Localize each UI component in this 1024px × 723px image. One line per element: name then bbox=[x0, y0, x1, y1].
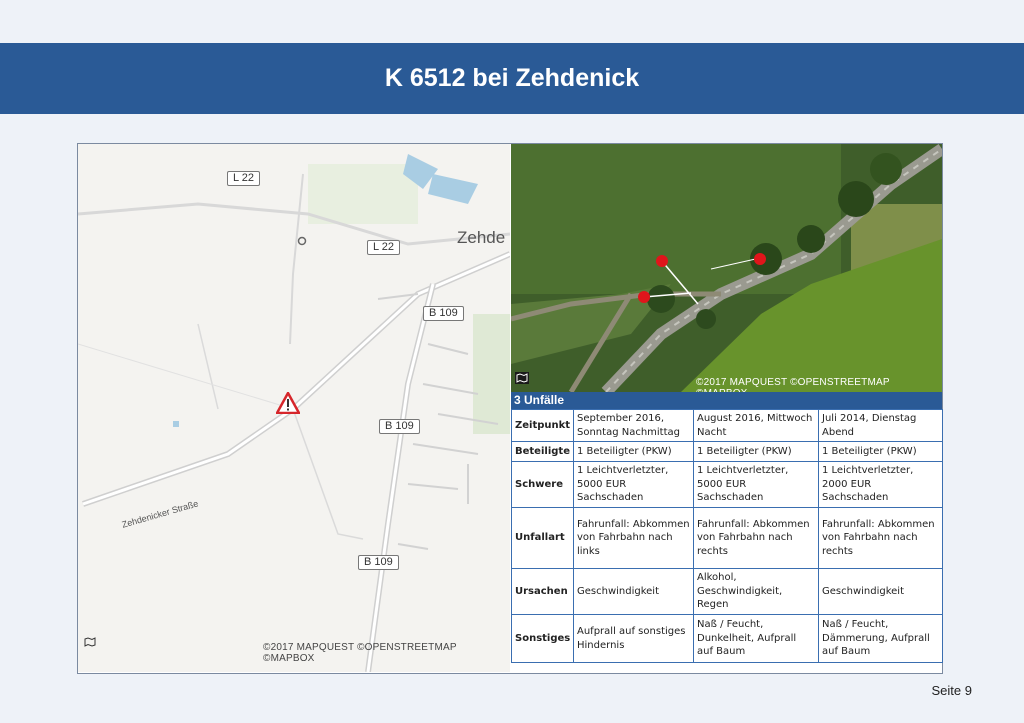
road-label-b109: B 109 bbox=[379, 419, 420, 434]
table-row: Ursachen Geschwindigkeit Alkohol, Geschwin… bbox=[511, 568, 943, 615]
table-cell: September 2016, Sonntag Nachmittag bbox=[573, 409, 694, 442]
accident-table: Zeitpunkt September 2016, Sonntag Nachmit… bbox=[511, 409, 943, 663]
page-number: Seite 9 bbox=[931, 683, 972, 698]
satellite-map[interactable]: ©2017 MAPQUEST ©OPENSTREETMAP ©MAPBOX bbox=[511, 144, 942, 392]
row-label: Unfallart bbox=[511, 507, 574, 569]
map-layers-icon[interactable] bbox=[84, 637, 96, 647]
table-cell: Alkohol, Geschwindigkeit, Regen bbox=[693, 568, 819, 615]
map-layers-icon[interactable] bbox=[515, 372, 529, 384]
accident-table-heading: 3 Unfälle bbox=[511, 392, 942, 409]
page-title: K 6512 bei Zehdenick bbox=[384, 64, 640, 92]
table-cell: 1 Beteiligter (PKW) bbox=[693, 441, 819, 462]
table-cell: Juli 2014, Dienstag Abend bbox=[818, 409, 943, 442]
table-cell: 1 Leichtverletzter, 2000 EUR Sachschaden bbox=[818, 461, 943, 508]
map-copyright: ©2017 MAPQUEST ©OPENSTREETMAP ©MAPBOX bbox=[263, 642, 457, 664]
table-cell: Fahrunfall: Abkommen von Fahrbahn nach r… bbox=[693, 507, 819, 569]
satellite-copyright: ©2017 MAPQUEST ©OPENSTREETMAP ©MAPBOX bbox=[696, 377, 890, 392]
table-cell: 1 Leichtverletzter, 5000 EUR Sachschaden bbox=[573, 461, 694, 508]
table-cell: Geschwindigkeit bbox=[573, 568, 694, 615]
title-bar: K 6512 bei Zehdenick bbox=[0, 43, 1024, 114]
row-label: Sonstiges bbox=[511, 614, 574, 663]
table-cell: Naß / Feucht, Dämmerung, Aufprall auf Ba… bbox=[818, 614, 943, 663]
table-row: Unfallart Fahrunfall: Abkommen von Fahrba… bbox=[511, 507, 943, 569]
table-cell: 1 Beteiligter (PKW) bbox=[818, 441, 943, 462]
street-map[interactable]: L 22 L 22 B 109 B 109 B 109 Zehde Zehden… bbox=[78, 144, 510, 672]
accident-marker[interactable] bbox=[754, 253, 766, 265]
road-label-l22: L 22 bbox=[367, 240, 401, 255]
table-row: Beteiligte 1 Beteiligter (PKW) 1 Beteiligt… bbox=[511, 441, 943, 462]
road-label-b109: B 109 bbox=[423, 306, 464, 321]
road-label-b109: B 109 bbox=[358, 555, 399, 570]
town-label: Zehde bbox=[457, 228, 506, 247]
table-cell: Naß / Feucht, Dunkelheit, Aufprall auf B… bbox=[693, 614, 819, 663]
row-label: Beteiligte bbox=[511, 441, 574, 462]
satellite-imagery bbox=[511, 144, 942, 392]
table-cell: Fahrunfall: Abkommen von Fahrbahn nach r… bbox=[818, 507, 943, 569]
road-label-l22: L 22 bbox=[227, 171, 261, 186]
table-row: Zeitpunkt September 2016, Sonntag Nachmit… bbox=[511, 409, 943, 442]
table-cell: Aufprall auf sonstiges Hindernis bbox=[573, 614, 694, 663]
table-cell: Geschwindigkeit bbox=[818, 568, 943, 615]
row-label: Schwere bbox=[511, 461, 574, 508]
accident-table-panel: 3 Unfälle Zeitpunkt September 2016, Sonnt… bbox=[511, 392, 943, 672]
row-label: Zeitpunkt bbox=[511, 409, 574, 442]
row-label: Ursachen bbox=[511, 568, 574, 615]
accident-marker[interactable] bbox=[656, 255, 668, 267]
table-cell: 1 Leichtverletzter, 5000 EUR Sachschaden bbox=[693, 461, 819, 508]
table-cell: 1 Beteiligter (PKW) bbox=[573, 441, 694, 462]
table-cell: August 2016, Mittwoch Nacht bbox=[693, 409, 819, 442]
table-cell: Fahrunfall: Abkommen von Fahrbahn nach l… bbox=[573, 507, 694, 569]
table-row: Schwere 1 Leichtverletzter, 5000 EUR Sach… bbox=[511, 461, 943, 508]
accident-marker[interactable] bbox=[638, 291, 650, 303]
table-row: Sonstiges Aufprall auf sonstiges Hinderni… bbox=[511, 614, 943, 663]
